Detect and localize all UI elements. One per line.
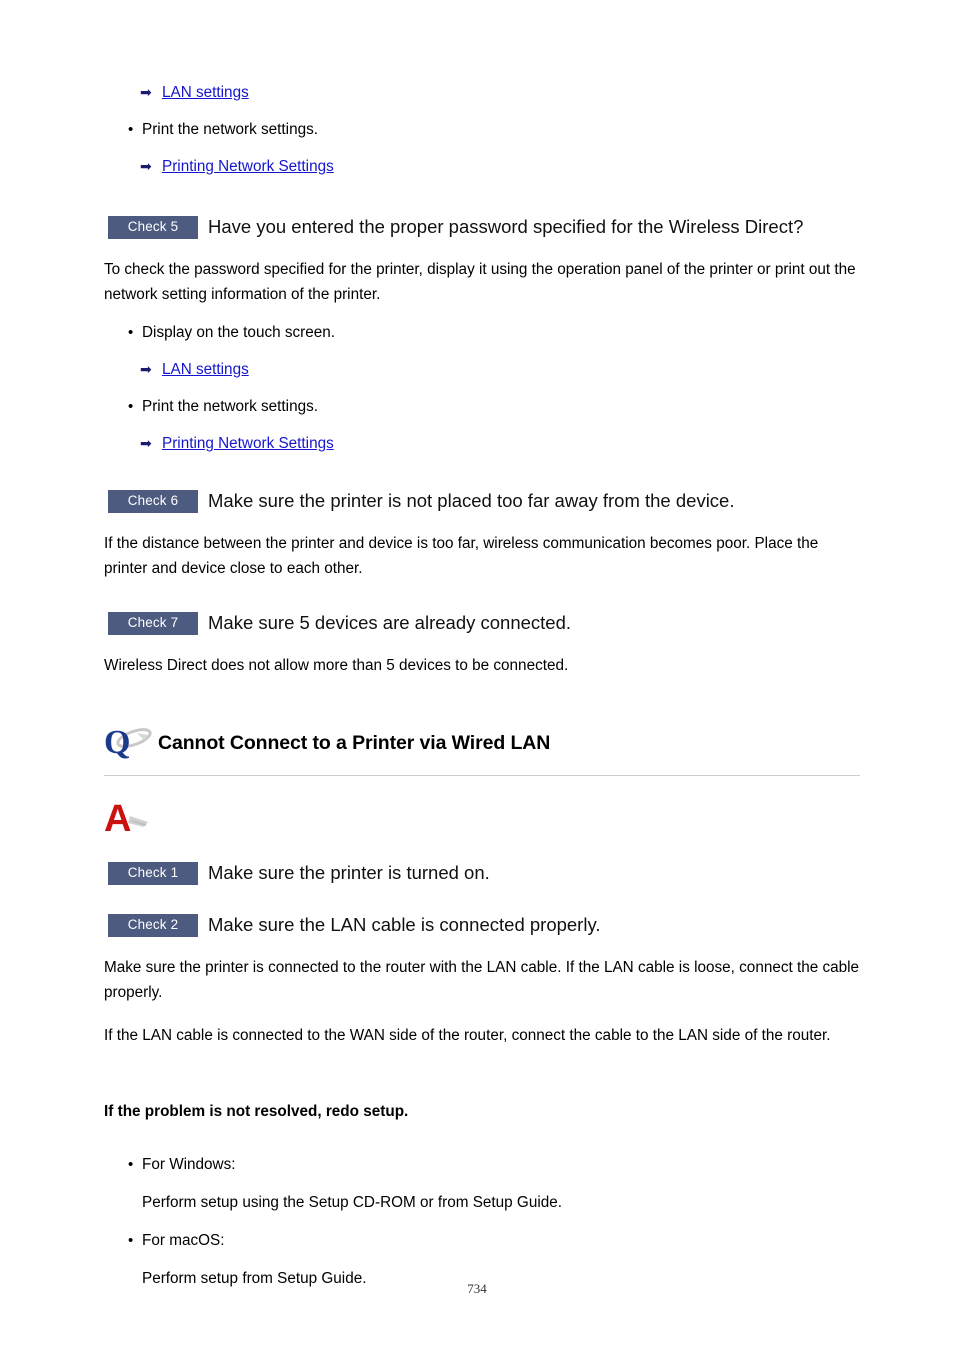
check-1-title: Make sure the printer is turned on.: [208, 862, 490, 883]
check-5-badge: Check 5: [108, 215, 198, 239]
question-heading: Q Cannot Connect to a Printer via Wired …: [104, 721, 860, 765]
svg-text:A: A: [104, 798, 131, 840]
check-6-title: Make sure the printer is not placed too …: [208, 490, 735, 511]
check-7-body: Wireless Direct does not allow more than…: [104, 657, 569, 674]
bullet-print-network-settings-check5: • Print the network settings.: [128, 394, 860, 419]
check-2-body-1: Make sure the printer is connected to th…: [104, 959, 860, 1001]
answer-a-icon: A: [104, 796, 156, 840]
arrow-right-icon: ➡: [140, 84, 152, 100]
check-2-heading: Check 2 Make sure the LAN cable is conne…: [104, 912, 860, 938]
arrow-right-icon: ➡: [140, 435, 152, 451]
bullet-icon: •: [128, 1231, 134, 1249]
bullet-print-network-settings-top: • Print the network settings.: [128, 117, 860, 142]
windows-setup-detail: Perform setup using the Setup CD-ROM or …: [142, 1193, 562, 1211]
bullet-icon: •: [128, 121, 134, 138]
bullet-label: For macOS:: [142, 1231, 225, 1249]
check-6-heading: Check 6 Make sure the printer is not pla…: [104, 488, 860, 514]
question-title: Cannot Connect to a Printer via Wired LA…: [158, 731, 551, 754]
page-number: 734: [467, 1281, 487, 1296]
bullet-icon: •: [128, 324, 134, 341]
check-5-title: Have you entered the proper password spe…: [208, 216, 804, 237]
svg-text:Q: Q: [104, 724, 130, 761]
bullet-for-macos: • For macOS:: [128, 1228, 860, 1253]
link-row-lan-settings-check5[interactable]: ➡ LAN settings: [140, 357, 860, 382]
arrow-right-icon: ➡: [140, 361, 152, 377]
link-row-printing-network-settings-check5[interactable]: ➡ Printing Network Settings: [140, 431, 860, 456]
document-page: ➡ LAN settings • Print the network setti…: [0, 0, 954, 1350]
page-content: ➡ LAN settings • Print the network setti…: [104, 80, 860, 1291]
link-lan-settings[interactable]: LAN settings: [162, 357, 249, 382]
check-2-title: Make sure the LAN cable is connected pro…: [208, 914, 601, 935]
check-5-body: To check the password specified for the …: [104, 261, 856, 303]
bullet-for-windows: • For Windows:: [128, 1152, 860, 1177]
check-7-heading: Check 7 Make sure 5 devices are already …: [104, 610, 860, 636]
check-5-heading: Check 5 Have you entered the proper pass…: [104, 214, 860, 240]
link-printing-network-settings[interactable]: Printing Network Settings: [162, 431, 334, 456]
answer-heading: A: [104, 792, 860, 844]
check-6-body: If the distance between the printer and …: [104, 535, 819, 577]
bullet-icon: •: [128, 398, 134, 415]
bullet-label: For Windows:: [142, 1155, 236, 1173]
redo-setup-heading: If the problem is not resolved, redo set…: [104, 1103, 409, 1121]
bullet-label: Display on the touch screen.: [142, 324, 336, 341]
bullet-icon: •: [128, 1155, 134, 1173]
check-2-badge: Check 2: [108, 913, 198, 937]
check-6-badge: Check 6: [108, 489, 198, 513]
arrow-right-icon: ➡: [140, 158, 152, 174]
check-1-heading: Check 1 Make sure the printer is turned …: [104, 860, 860, 886]
check-1-badge: Check 1: [108, 861, 198, 885]
bullet-display-touch-screen: • Display on the touch screen.: [128, 320, 860, 345]
link-printing-network-settings[interactable]: Printing Network Settings: [162, 154, 334, 179]
link-lan-settings[interactable]: LAN settings: [162, 80, 249, 105]
check-7-title: Make sure 5 devices are already connecte…: [208, 612, 572, 633]
link-row-lan-settings-top[interactable]: ➡ LAN settings: [140, 80, 860, 105]
bullet-label: Print the network settings.: [142, 121, 318, 138]
link-row-printing-network-settings-top[interactable]: ➡ Printing Network Settings: [140, 154, 860, 179]
check-7-badge: Check 7: [108, 611, 198, 635]
check-2-body-2: If the LAN cable is connected to the WAN…: [104, 1027, 831, 1044]
question-q-icon: Q: [104, 721, 156, 765]
bullet-label: Print the network settings.: [142, 398, 318, 415]
